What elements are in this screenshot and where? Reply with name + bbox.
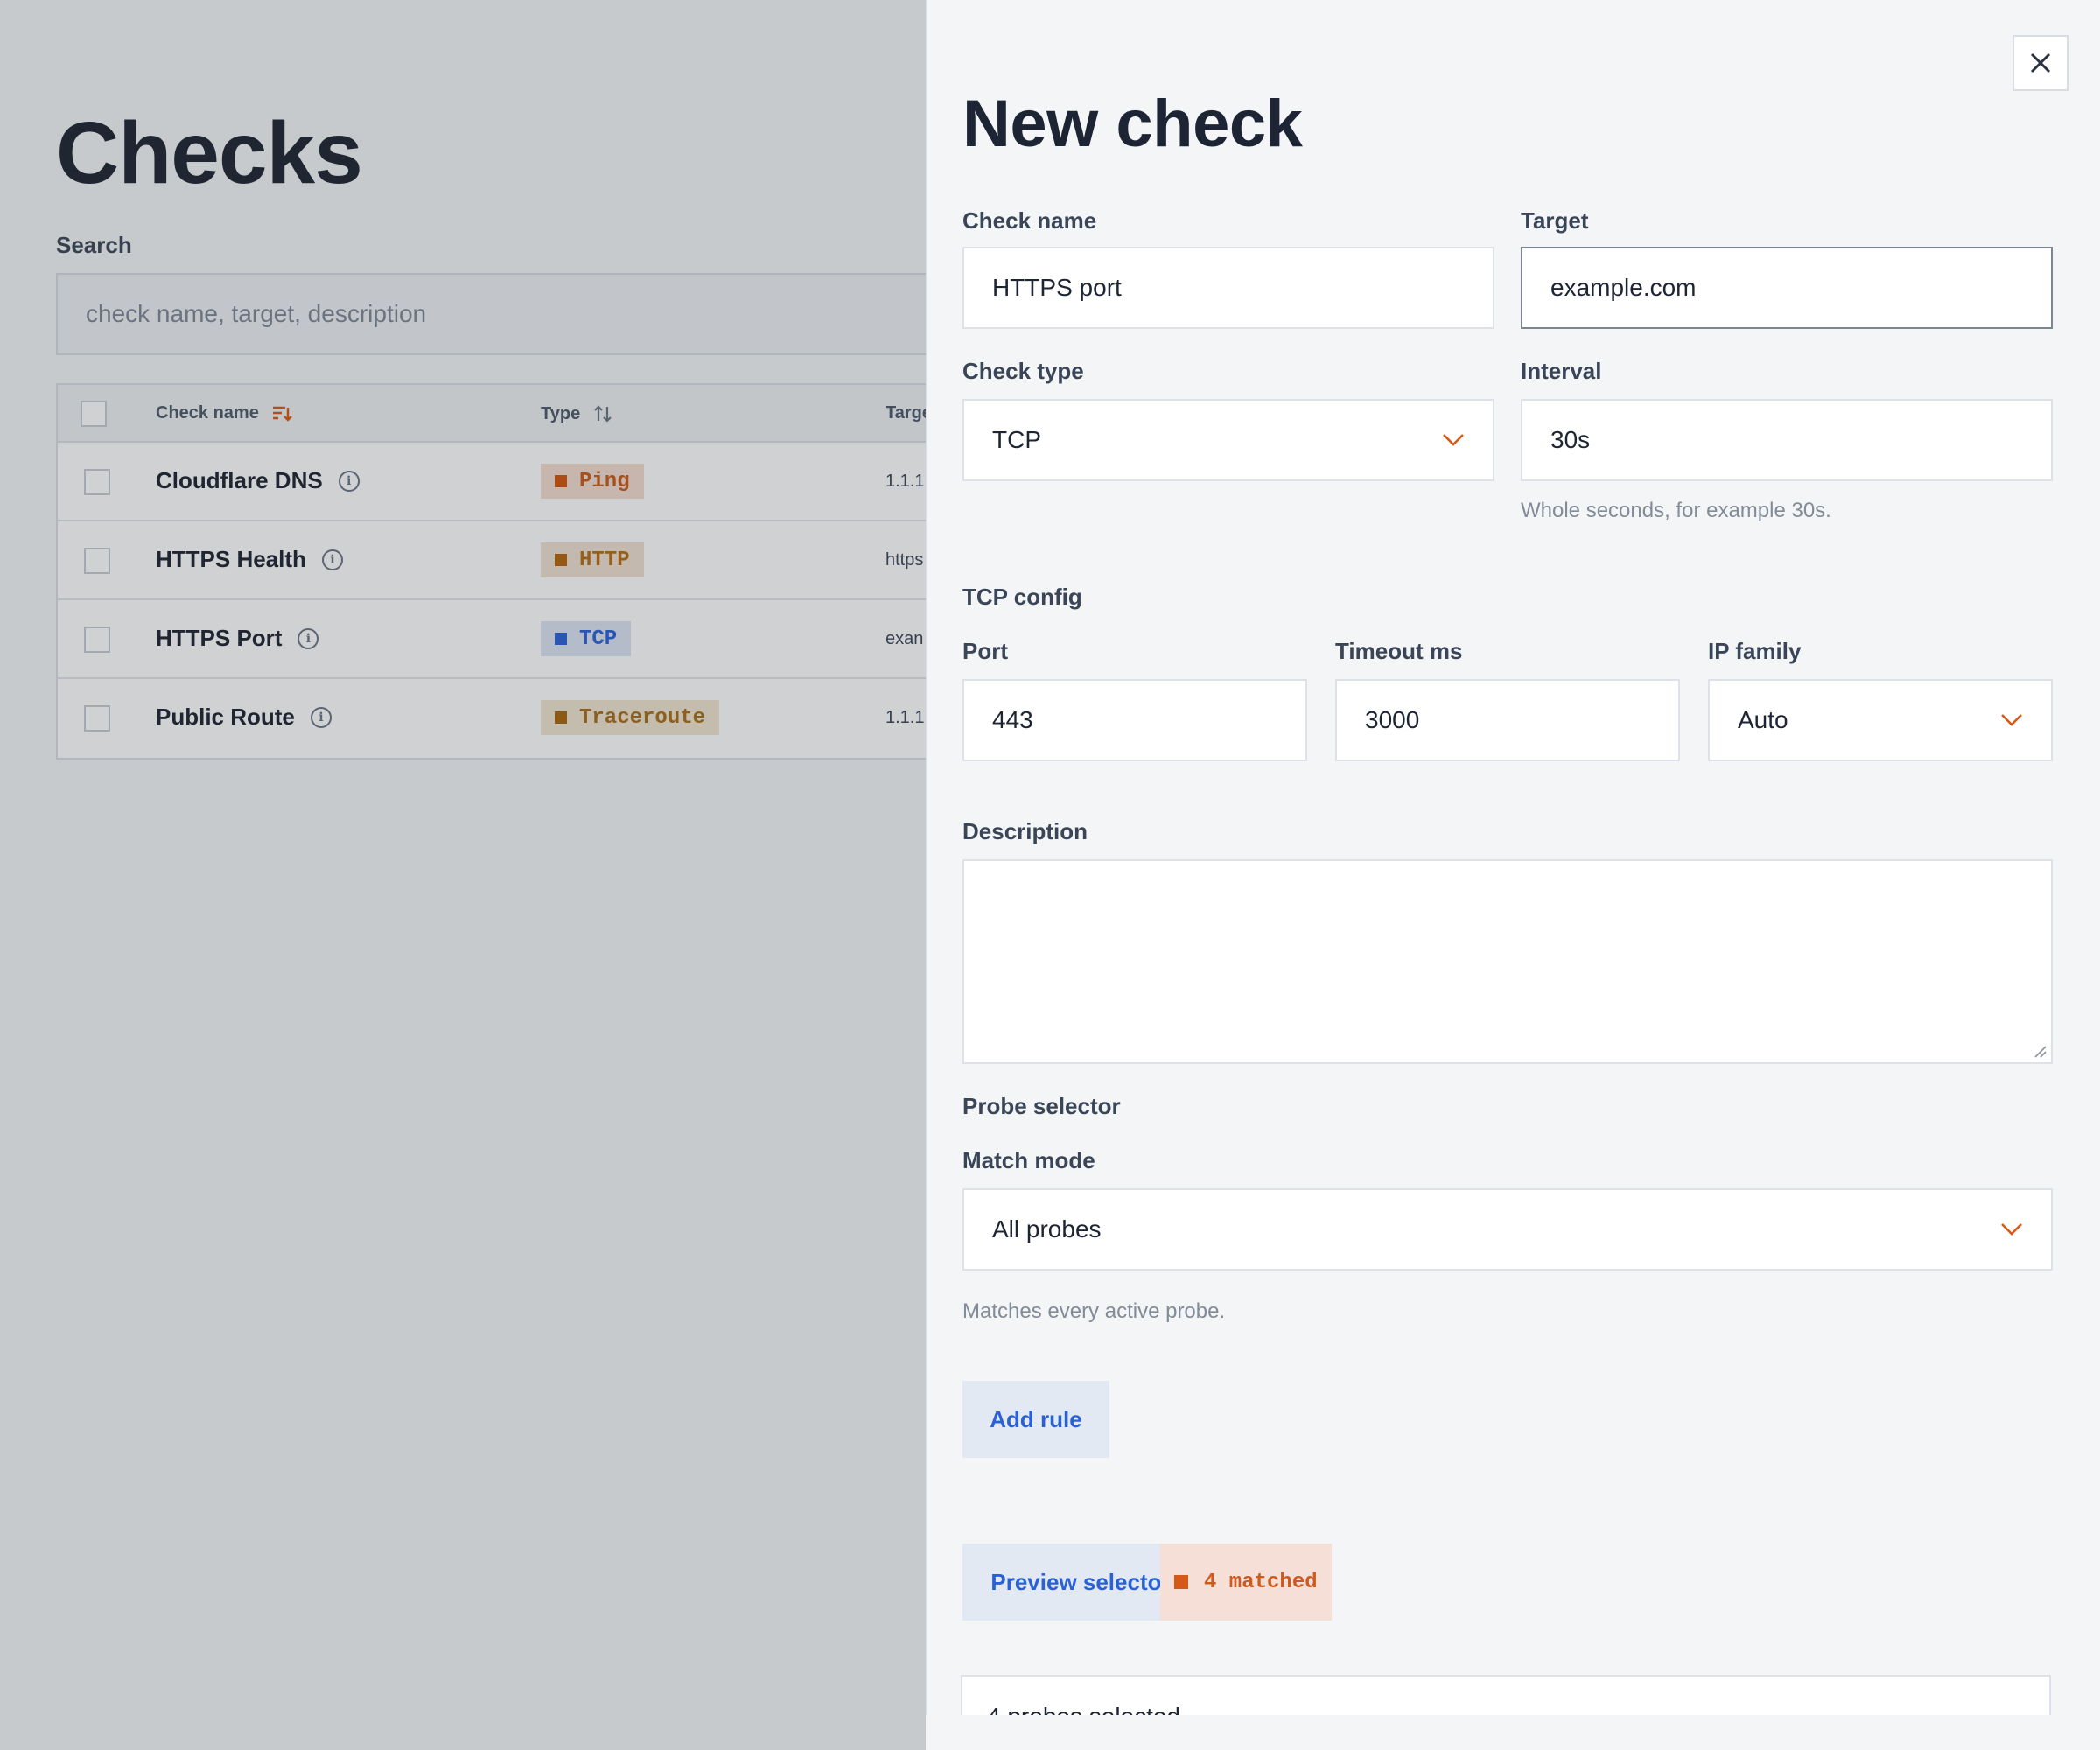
ip-family-select[interactable]: Auto (1708, 679, 2053, 761)
check-type-value: TCP (992, 426, 1041, 453)
match-mode-value: All probes (992, 1215, 1102, 1242)
ip-family-value: Auto (1738, 706, 1788, 733)
match-mode-label: Match mode (962, 1147, 1096, 1173)
interval-input[interactable]: 30s (1521, 399, 2053, 481)
description-textarea[interactable] (962, 859, 2053, 1064)
chevron-down-icon (2001, 714, 2022, 726)
port-input[interactable]: 443 (962, 679, 1307, 761)
new-check-drawer: New check Check name HTTPS port Target e… (926, 0, 2100, 1750)
match-mode-select[interactable]: All probes (962, 1188, 2053, 1270)
add-rule-button[interactable]: Add rule (962, 1381, 1110, 1458)
check-name-input[interactable]: HTTPS port (962, 247, 1494, 329)
status-square-icon (1174, 1575, 1188, 1589)
check-type-select[interactable]: TCP (962, 399, 1494, 481)
port-label: Port (962, 638, 1008, 664)
match-mode-help: Matches every active probe. (962, 1299, 1226, 1323)
matched-count-label: 4 matched (1204, 1570, 1318, 1594)
timeout-label: Timeout ms (1335, 638, 1463, 664)
close-icon (2030, 52, 2051, 74)
close-button[interactable] (2012, 35, 2068, 91)
interval-value: 30s (1550, 426, 1591, 453)
matched-count-badge: 4 matched (1160, 1544, 1332, 1620)
modal-overlay[interactable] (0, 0, 926, 1750)
chevron-down-icon (2001, 1223, 2022, 1236)
drawer-title: New check (962, 87, 1303, 161)
target-label: Target (1521, 207, 1589, 234)
ip-family-label: IP family (1708, 638, 1802, 664)
check-name-value: HTTPS port (992, 274, 1122, 301)
timeout-value: 3000 (1365, 706, 1420, 733)
target-value: example.com (1550, 274, 1697, 301)
target-input[interactable]: example.com (1521, 247, 2053, 329)
timeout-input[interactable]: 3000 (1335, 679, 1680, 761)
resize-handle-icon[interactable] (2032, 1043, 2048, 1059)
check-type-label: Check type (962, 358, 1084, 384)
tcp-config-heading: TCP config (962, 584, 1082, 610)
check-name-label: Check name (962, 207, 1097, 234)
chevron-down-icon (1443, 434, 1464, 446)
port-value: 443 (992, 706, 1033, 733)
description-label: Description (962, 818, 1088, 844)
interval-label: Interval (1521, 358, 1602, 384)
probe-selector-heading: Probe selector (962, 1093, 1121, 1119)
interval-help: Whole seconds, for example 30s. (1521, 499, 1831, 522)
